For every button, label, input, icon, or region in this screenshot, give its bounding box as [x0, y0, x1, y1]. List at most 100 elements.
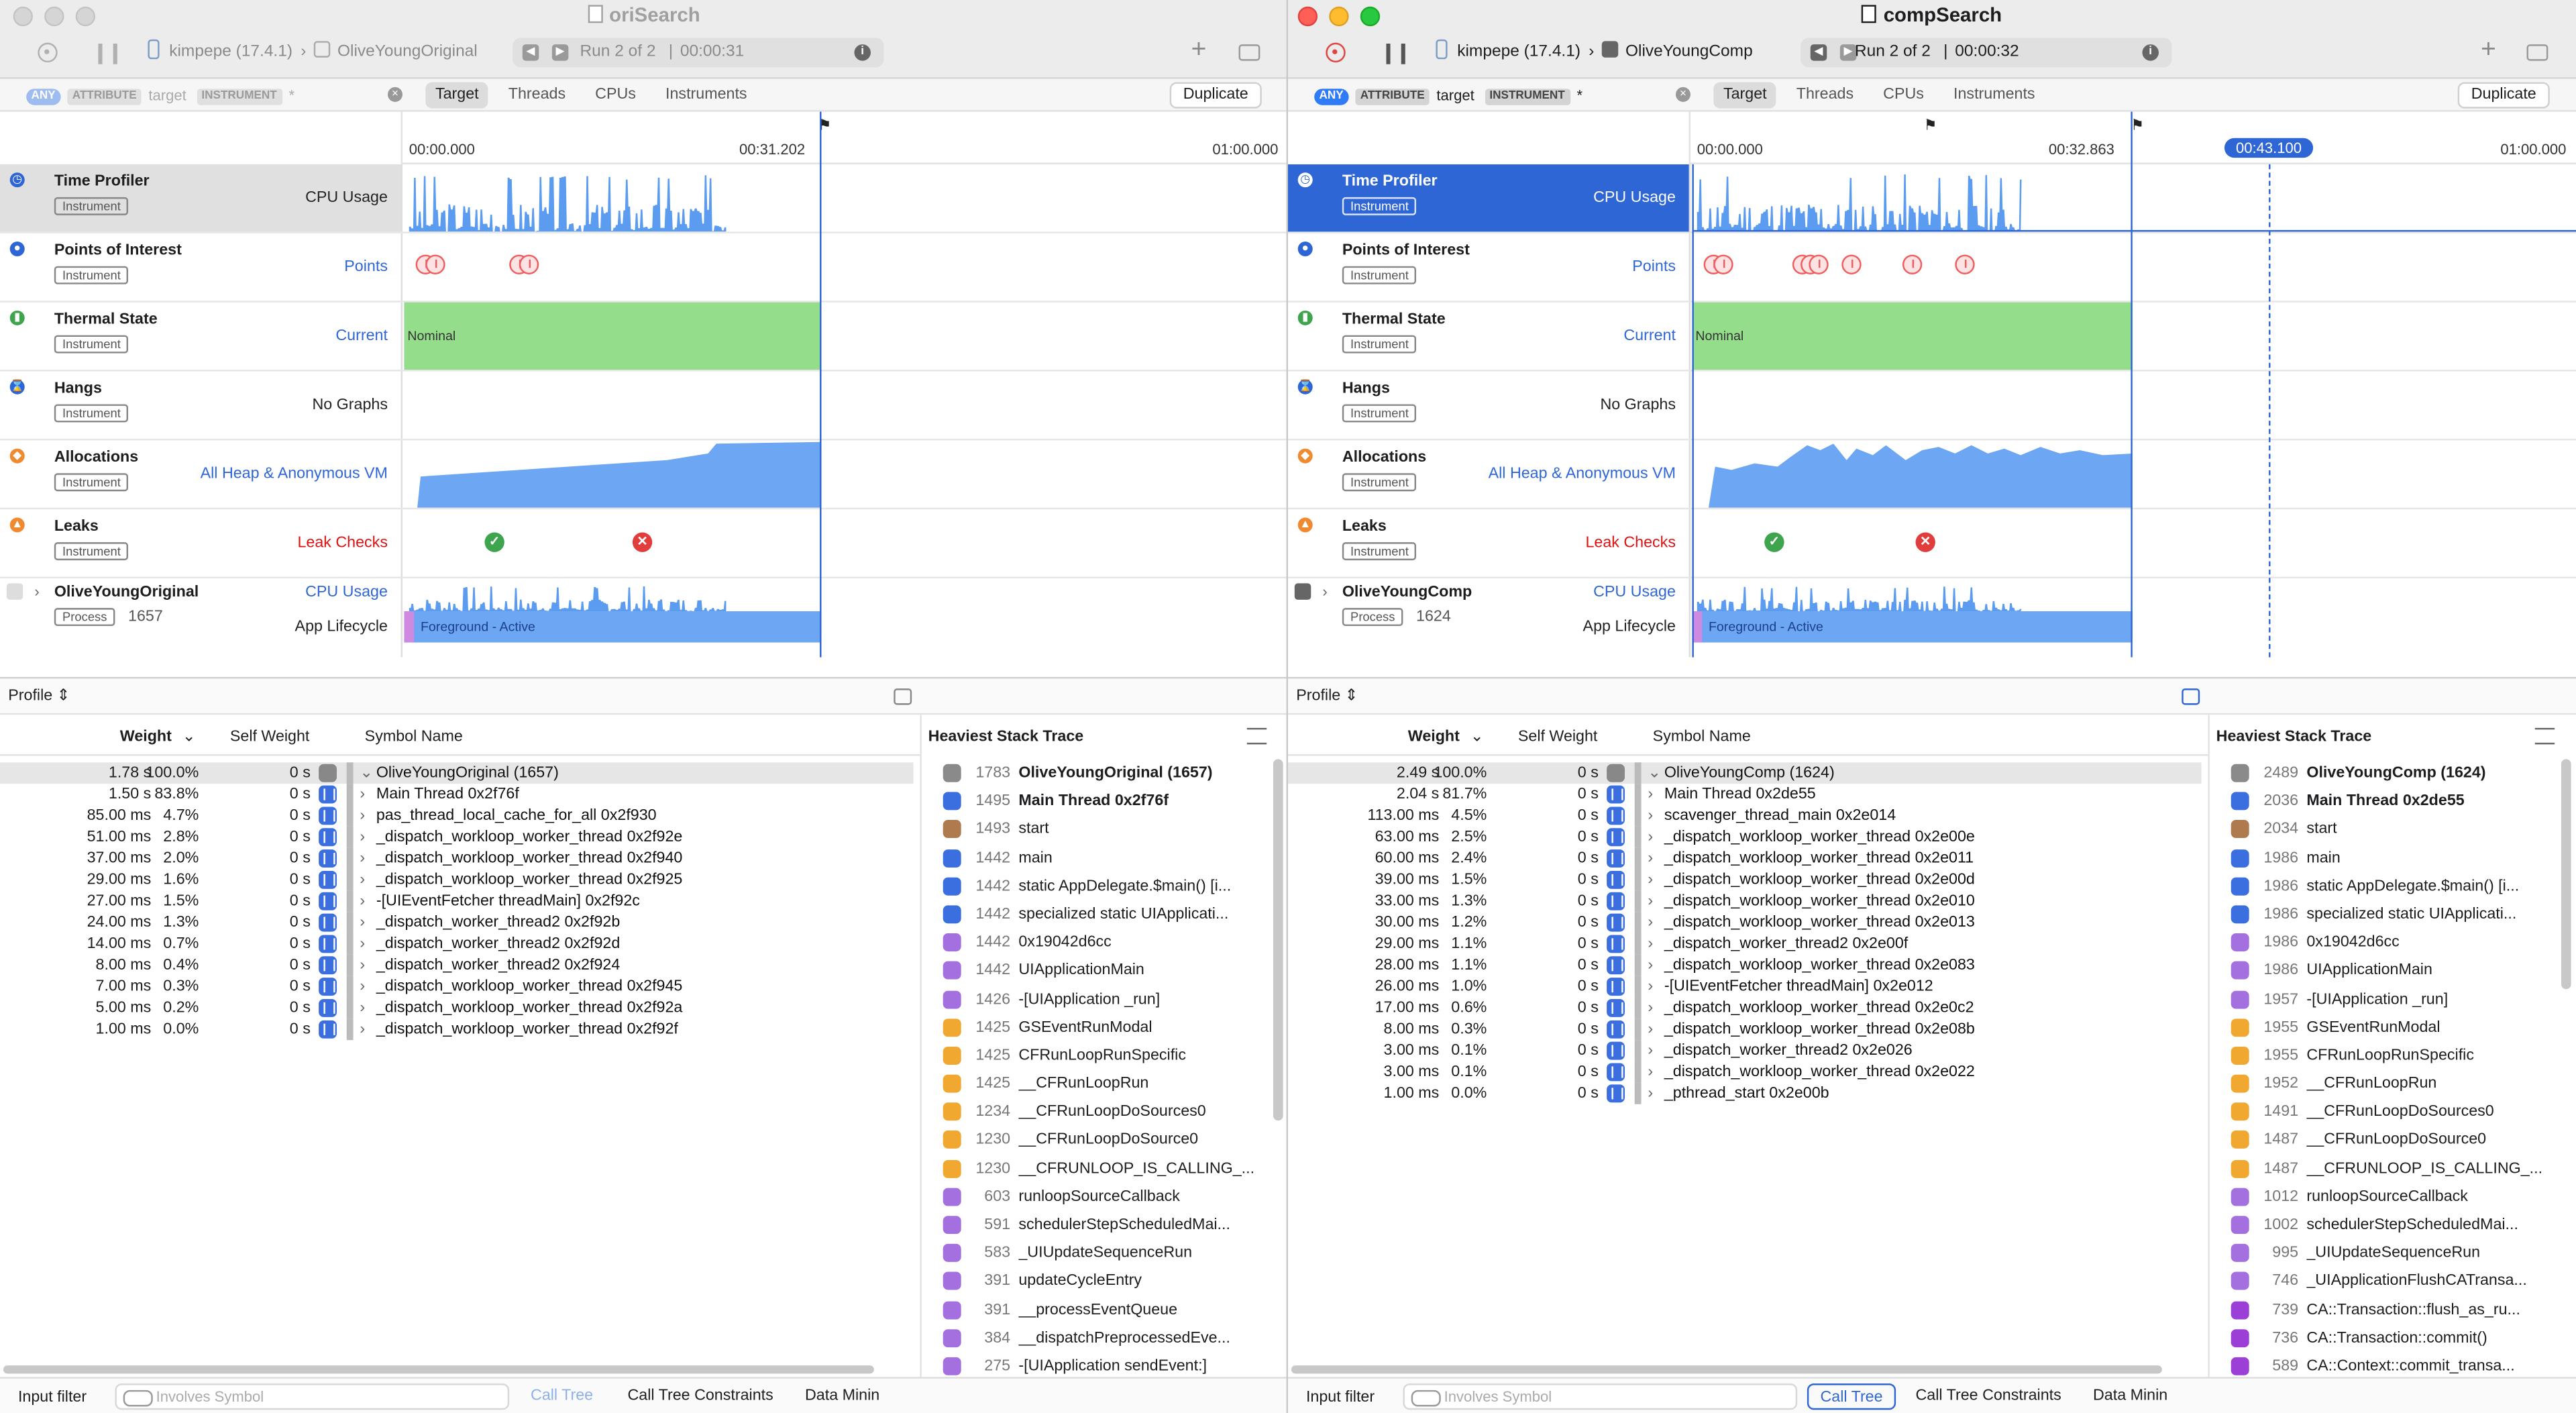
timeline-ruler[interactable]: 00:00.000 00:32.863 01:00.000 ⚑ ⚑ 00:43.… [1288, 111, 2576, 164]
track-header[interactable]: ◆ Allocations Instrument All Heap & Anon… [0, 440, 403, 508]
disclosure-closed-icon[interactable]: › [1648, 1040, 1653, 1061]
column-self-weight[interactable]: Self Weight [230, 728, 310, 746]
previous-run-icon[interactable]: ◀ [1810, 44, 1827, 61]
disclosure-closed-icon[interactable]: › [1648, 805, 1653, 827]
stack-frame-row[interactable]: 1986 0x19042d6cc [2210, 929, 2576, 957]
call-tree-row[interactable]: 14.00 ms 0.7% 0 s › _dispatch_worker_thread2… [0, 933, 914, 955]
stack-frame-row[interactable]: 1955 CFRunLoopRunSpecific [2210, 1041, 2576, 1069]
call-tree-row[interactable]: 60.00 ms 2.4% 0 s › _dispatch_workloop_worke… [1288, 847, 2202, 870]
checkmark-icon[interactable]: ✓ [484, 532, 504, 552]
pause-button[interactable]: ❙❙ [92, 40, 123, 66]
track-header[interactable]: ▲ Leaks Instrument Leak Checks [1288, 509, 1691, 577]
breadcrumb[interactable]: kimpepe (17.4.1) › OliveYoungComp [1436, 38, 1753, 67]
point-of-interest-icon[interactable] [1955, 254, 1975, 274]
panel-toggle-icon[interactable] [2526, 44, 2548, 61]
stack-frame-row[interactable]: 1425 GSEventRunModal [922, 1013, 1287, 1041]
stack-frame-row[interactable]: 2036 Main Thread 0x2de55 [2210, 788, 2576, 816]
clear-filter-icon[interactable]: × [387, 87, 403, 102]
column-weight[interactable]: Weight [120, 728, 172, 746]
call-tree-row[interactable]: 113.00 ms 4.5% 0 s › scavenger_thread_main 0… [1288, 805, 2202, 827]
duplicate-button[interactable]: Duplicate [2457, 82, 2550, 109]
next-run-icon[interactable]: ▶ [1839, 44, 1857, 61]
disclosure-closed-icon[interactable]: › [1648, 1018, 1653, 1040]
process-metric-cpu[interactable]: CPU Usage [1593, 583, 1676, 601]
clear-filter-icon[interactable]: × [1675, 87, 1691, 102]
disclosure-triangle-icon[interactable]: › [1322, 583, 1327, 599]
stack-frame-row[interactable]: 1442 UIApplicationMain [922, 957, 1287, 985]
checkmark-icon[interactable]: ✓ [1764, 532, 1784, 552]
column-weight[interactable]: Weight [1408, 728, 1460, 746]
leak-error-icon[interactable]: ✕ [632, 532, 653, 552]
stack-frame-row[interactable]: 1986 specialized static UIApplicati... [2210, 900, 2576, 929]
run-selector[interactable]: ◀ ▶ Run 2 of 2 | 00:00:31 i [513, 38, 884, 68]
call-tree-row[interactable]: 28.00 ms 1.1% 0 s › _dispatch_workloop_worke… [1288, 954, 2202, 976]
track-allocations[interactable]: ◆ Allocations Instrument All Heap & Anon… [1288, 440, 2576, 510]
stack-frame-row[interactable]: 1442 static AppDelegate.$main() [i... [922, 872, 1287, 900]
call-tree-row[interactable]: 30.00 ms 1.2% 0 s › _dispatch_workloop_worke… [1288, 912, 2202, 934]
track-metric[interactable]: All Heap & Anonymous VM [201, 465, 388, 483]
call-tree-row[interactable]: 1.78 s 100.0% 0 s ⌄ OliveYoungOriginal (1657… [0, 762, 914, 784]
track-header[interactable]: › OliveYoungComp Process 1624 CPU Usage … [1288, 578, 1691, 658]
tab-call-tree-constraints[interactable]: Call Tree Constraints [616, 1383, 785, 1410]
disclosure-triangle-icon[interactable]: › [34, 583, 39, 599]
stack-options-icon[interactable] [1246, 727, 1267, 745]
disclosure-closed-icon[interactable]: › [360, 805, 365, 827]
call-tree-row[interactable]: 37.00 ms 2.0% 0 s › _dispatch_workloop_worke… [0, 847, 914, 870]
tab-data-mining[interactable]: Data Minin [794, 1383, 892, 1410]
track-header[interactable]: ◷ Time Profiler Instrument CPU Usage [1288, 164, 1691, 232]
disclosure-closed-icon[interactable]: › [360, 870, 365, 891]
stack-frame-row[interactable]: 1442 main [922, 844, 1287, 872]
disclosure-closed-icon[interactable]: › [1648, 848, 1653, 870]
call-tree-row[interactable]: 1.00 ms 0.0% 0 s › _dispatch_workloop_worker… [0, 1018, 914, 1041]
call-tree-row[interactable]: 1.50 s 83.8% 0 s › Main Thread 0x2f76f [0, 784, 914, 806]
tab-target[interactable]: Target [1713, 82, 1777, 109]
track-points-of-interest[interactable]: ● Points of Interest Instrument Points [0, 233, 1287, 303]
disclosure-closed-icon[interactable]: › [360, 955, 365, 976]
stack-frame-row[interactable]: 2489 OliveYoungComp (1624) [2210, 759, 2576, 787]
disclosure-closed-icon[interactable]: › [360, 1018, 365, 1040]
run-selector[interactable]: ◀ ▶ Run 2 of 2 | 00:00:32 i [1801, 38, 2172, 68]
sidebar-toggle-icon[interactable] [894, 688, 912, 705]
process-metric-cpu[interactable]: CPU Usage [305, 583, 388, 601]
disclosure-closed-icon[interactable]: › [1648, 998, 1653, 1019]
stack-frame-row[interactable]: 1234 __CFRunLoopDoSources0 [922, 1098, 1287, 1127]
stack-frame-row[interactable]: 736 CA::Transaction::commit() [2210, 1324, 2576, 1352]
track-metric[interactable]: Current [1623, 327, 1676, 345]
disclosure-closed-icon[interactable]: › [360, 784, 365, 805]
track-leaks[interactable]: ▲ Leaks Instrument Leak Checks ✓ ✕ [1288, 509, 2576, 579]
track-header[interactable]: ⌛ Hangs Instrument No Graphs [1288, 371, 1691, 439]
column-symbol-name[interactable]: Symbol Name [365, 728, 463, 746]
track-header[interactable]: ▲ Leaks Instrument Leak Checks [0, 509, 403, 577]
stack-frame-row[interactable]: 1425 __CFRunLoopRun [922, 1069, 1287, 1098]
involves-symbol-search[interactable]: Involves Symbol [1403, 1383, 1798, 1410]
stack-frame-row[interactable]: 1986 main [2210, 844, 2576, 872]
call-tree-row[interactable]: 1.00 ms 0.0% 0 s › _pthread_start 0x2e00b [1288, 1082, 2202, 1104]
tab-call-tree-constraints[interactable]: Call Tree Constraints [1904, 1383, 2073, 1410]
stack-frame-row[interactable]: 1955 GSEventRunModal [2210, 1013, 2576, 1041]
track-metric[interactable]: Leak Checks [1585, 534, 1676, 552]
disclosure-closed-icon[interactable]: › [1648, 1061, 1653, 1083]
tab-data-mining[interactable]: Data Minin [2082, 1383, 2180, 1410]
profile-selector[interactable]: Profile ⇕ [1296, 687, 1358, 705]
add-instrument-icon[interactable]: + [1191, 36, 1207, 66]
track-leaks[interactable]: ▲ Leaks Instrument Leak Checks ✓ ✕ [0, 509, 1287, 579]
call-tree-row[interactable]: 8.00 ms 0.3% 0 s › _dispatch_workloop_worker… [1288, 1018, 2202, 1041]
tab-threads[interactable]: Threads [1786, 82, 1864, 108]
involves-symbol-search[interactable]: Involves Symbol [115, 1383, 510, 1410]
call-tree-row[interactable]: 85.00 ms 4.7% 0 s › pas_thread_local_cache_f… [0, 805, 914, 827]
stack-frame-row[interactable]: 1493 start [922, 816, 1287, 844]
call-tree-row[interactable]: 29.00 ms 1.6% 0 s › _dispatch_workloop_worke… [0, 869, 914, 891]
stack-frame-row[interactable]: 391 __processEventQueue [922, 1296, 1287, 1324]
track-metric[interactable]: CPU Usage [305, 189, 388, 207]
info-icon[interactable]: i [2142, 44, 2159, 61]
stack-frame-row[interactable]: 1442 0x19042d6cc [922, 929, 1287, 957]
profile-selector[interactable]: Profile ⇕ [8, 687, 70, 705]
track-metric[interactable]: Leak Checks [297, 534, 388, 552]
track-hangs[interactable]: ⌛ Hangs Instrument No Graphs [1288, 371, 2576, 441]
stack-frame-row[interactable]: 591 schedulerStepScheduledMai... [922, 1211, 1287, 1239]
call-tree-row[interactable]: 5.00 ms 0.2% 0 s › _dispatch_workloop_worker… [0, 997, 914, 1019]
call-tree-row[interactable]: 27.00 ms 1.5% 0 s › -[UIEventFetcher threadM… [0, 890, 914, 912]
disclosure-closed-icon[interactable]: › [360, 998, 365, 1019]
tab-instruments[interactable]: Instruments [1943, 82, 2045, 108]
disclosure-closed-icon[interactable]: › [360, 976, 365, 998]
